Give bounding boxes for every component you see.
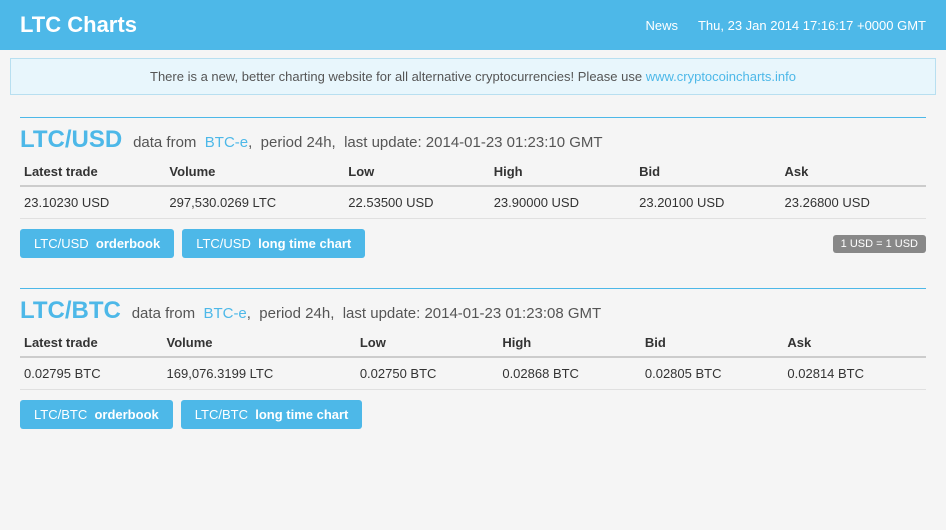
table-row: 0.02795 BTC 169,076.3199 LTC 0.02750 BTC… (20, 357, 926, 390)
col-bid-ltcbtc: Bid (641, 329, 784, 357)
col-volume-ltcusd: Volume (165, 158, 344, 186)
table-header-row-ltcbtc: Latest trade Volume Low High Bid Ask (20, 329, 926, 357)
col-bid-ltcusd: Bid (635, 158, 780, 186)
source-name-ltcusd[interactable]: BTC-e (205, 134, 248, 151)
cell-bid-ltcbtc: 0.02805 BTC (641, 357, 784, 390)
cell-volume-ltcusd: 297,530.0269 LTC (165, 186, 344, 219)
header-right: News Thu, 23 Jan 2014 17:16:17 +0000 GMT (645, 18, 926, 33)
col-low-ltcbtc: Low (356, 329, 499, 357)
banner-link[interactable]: www.cryptocoincharts.info (646, 69, 796, 84)
cell-high-ltcbtc: 0.02868 BTC (498, 357, 641, 390)
site-header: LTC Charts News Thu, 23 Jan 2014 17:16:1… (0, 0, 946, 50)
col-low-ltcusd: Low (344, 158, 489, 186)
longtimechart-button-ltcusd[interactable]: LTC/USD long time chart (182, 229, 365, 258)
period-ltcbtc: period 24h (259, 305, 330, 322)
table-ltcbtc: Latest trade Volume Low High Bid Ask 0.0… (20, 329, 926, 390)
lastupdate-ltcbtc: last update: 2014-01-23 01:23:08 GMT (343, 305, 602, 322)
section-title-ltcbtc: LTC/BTC data from BTC-e, period 24h, las… (20, 297, 926, 325)
section-ltcbtc: LTC/BTC data from BTC-e, period 24h, las… (20, 288, 926, 325)
cell-bid-ltcusd: 23.20100 USD (635, 186, 780, 219)
col-ask-ltcusd: Ask (781, 158, 926, 186)
col-high-ltcbtc: High (498, 329, 641, 357)
orderbook-button-ltcusd[interactable]: LTC/USD orderbook (20, 229, 174, 258)
col-latest-trade-ltcbtc: Latest trade (20, 329, 163, 357)
news-link[interactable]: News (645, 18, 678, 33)
col-high-ltcusd: High (490, 158, 635, 186)
source-label-ltcbtc: data from (132, 305, 195, 322)
lastupdate-ltcusd: last update: 2014-01-23 01:23:10 GMT (344, 134, 603, 151)
table-ltcusd: Latest trade Volume Low High Bid Ask 23.… (20, 158, 926, 219)
col-latest-trade-ltcusd: Latest trade (20, 158, 165, 186)
pair-label-ltcusd: LTC/USD (20, 126, 122, 153)
longtimechart-button-ltcbtc[interactable]: LTC/BTC long time chart (181, 400, 363, 429)
header-datetime: Thu, 23 Jan 2014 17:16:17 +0000 GMT (698, 18, 926, 33)
cell-low-ltcbtc: 0.02750 BTC (356, 357, 499, 390)
source-label-ltcusd: data from (133, 134, 196, 151)
section-title-ltcusd: LTC/USD data from BTC-e, period 24h, las… (20, 126, 926, 154)
button-row-ltcusd: LTC/USD orderbook LTC/USD long time char… (20, 229, 926, 258)
button-row-ltcbtc: LTC/BTC orderbook LTC/BTC long time char… (20, 400, 926, 429)
source-name-ltcbtc[interactable]: BTC-e (203, 305, 246, 322)
cell-high-ltcusd: 23.90000 USD (490, 186, 635, 219)
section-divider (20, 264, 926, 284)
exchange-rate-badge-ltcusd: 1 USD = 1 USD (833, 235, 926, 253)
section-ltcusd: LTC/USD data from BTC-e, period 24h, las… (20, 117, 926, 154)
cell-low-ltcusd: 22.53500 USD (344, 186, 489, 219)
period-ltcusd: period 24h (261, 134, 332, 151)
cell-latest-trade-ltcusd: 23.10230 USD (20, 186, 165, 219)
cell-ask-ltcusd: 23.26800 USD (781, 186, 926, 219)
cell-ask-ltcbtc: 0.02814 BTC (783, 357, 926, 390)
col-ask-ltcbtc: Ask (783, 329, 926, 357)
col-volume-ltcbtc: Volume (163, 329, 356, 357)
pair-label-ltcbtc: LTC/BTC (20, 297, 121, 324)
main-content: LTC/USD data from BTC-e, period 24h, las… (0, 103, 946, 445)
table-row: 23.10230 USD 297,530.0269 LTC 22.53500 U… (20, 186, 926, 219)
cell-latest-trade-ltcbtc: 0.02795 BTC (20, 357, 163, 390)
site-title: LTC Charts (20, 12, 137, 38)
cell-volume-ltcbtc: 169,076.3199 LTC (163, 357, 356, 390)
banner-text: There is a new, better charting website … (150, 69, 646, 84)
orderbook-button-ltcbtc[interactable]: LTC/BTC orderbook (20, 400, 173, 429)
table-header-row-ltcusd: Latest trade Volume Low High Bid Ask (20, 158, 926, 186)
announcement-banner: There is a new, better charting website … (10, 58, 936, 95)
